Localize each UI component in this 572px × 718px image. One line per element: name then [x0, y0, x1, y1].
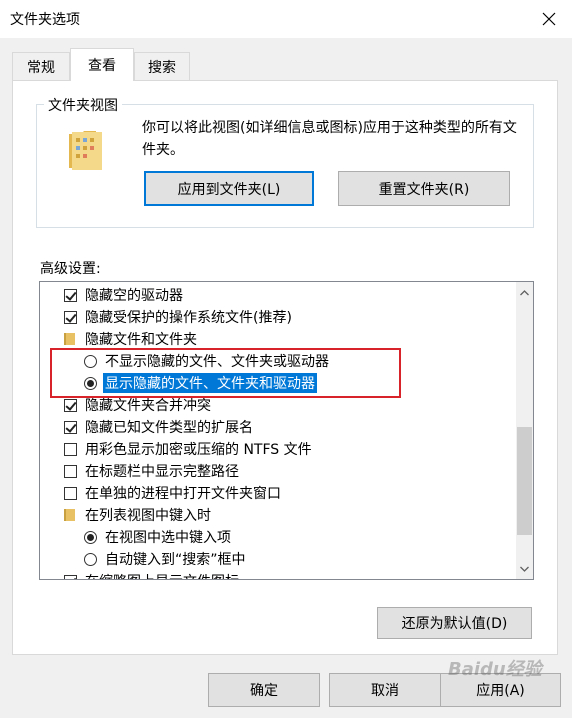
folder-icon [64, 333, 75, 345]
radio-checked[interactable] [84, 530, 97, 544]
tab-view[interactable]: 查看 [70, 48, 134, 81]
title-bar: 文件夹选项 [0, 0, 572, 38]
checkbox-checked[interactable] [64, 310, 77, 324]
checkbox-unchecked[interactable] [64, 464, 77, 478]
close-button[interactable] [526, 0, 572, 38]
setting-hide-extensions[interactable]: 隐藏已知文件类型的扩展名 [40, 416, 533, 438]
folder-view-icon [69, 131, 102, 170]
checkbox-unchecked[interactable] [64, 486, 77, 500]
checkbox-checked[interactable] [64, 398, 77, 412]
close-icon [542, 12, 556, 26]
checkbox-checked[interactable] [64, 420, 77, 434]
setting-file-icon-on-thumbnails[interactable]: 在缩略图上显示文件图标 [40, 570, 533, 579]
checkbox-checked[interactable] [64, 574, 77, 579]
option-select-typed-item[interactable]: 在视图中选中键入项 [40, 526, 533, 548]
apply-to-folders-button[interactable]: 应用到文件夹(L) [144, 171, 314, 206]
option-type-into-search-box[interactable]: 自动键入到“搜索”框中 [40, 548, 533, 570]
setting-color-ntfs-files[interactable]: 用彩色显示加密或压缩的 NTFS 文件 [40, 438, 533, 460]
folder-icon [64, 509, 75, 521]
advanced-settings-list[interactable]: 隐藏空的驱动器 隐藏受保护的操作系统文件(推荐) 隐藏文件和文件夹 不显示隐藏的… [39, 281, 534, 580]
setting-hide-protected-os-files[interactable]: 隐藏受保护的操作系统文件(推荐) [40, 306, 533, 328]
group-hidden-files-and-folders: 隐藏文件和文件夹 [40, 328, 533, 350]
restore-defaults-button[interactable]: 还原为默认值(D) [377, 607, 532, 639]
radio-unchecked[interactable] [84, 552, 97, 566]
setting-separate-process[interactable]: 在单独的进程中打开文件夹窗口 [40, 482, 533, 504]
cancel-button[interactable]: 取消 [329, 673, 441, 707]
ok-button[interactable]: 确定 [208, 673, 320, 707]
tab-general[interactable]: 常规 [12, 52, 70, 80]
tab-search[interactable]: 搜索 [134, 52, 190, 80]
group-typing-in-list-view: 在列表视图中键入时 [40, 504, 533, 526]
chevron-down-icon [520, 566, 529, 572]
reset-folders-button[interactable]: 重置文件夹(R) [338, 171, 510, 206]
window-title: 文件夹选项 [10, 12, 80, 28]
setting-hide-empty-drives[interactable]: 隐藏空的驱动器 [40, 284, 533, 306]
setting-full-path-in-title[interactable]: 在标题栏中显示完整路径 [40, 460, 533, 482]
scroll-down-button[interactable] [516, 560, 533, 577]
checkbox-checked[interactable] [64, 288, 77, 302]
annotation-highlight-box [50, 348, 401, 398]
advanced-settings-label: 高级设置: [40, 261, 101, 277]
scroll-up-button[interactable] [516, 284, 533, 301]
vertical-scrollbar[interactable] [516, 282, 533, 579]
folder-views-description: 你可以将此视图(如详细信息或图标)应用于这种类型的所有文件夹。 [142, 120, 517, 158]
scroll-thumb[interactable] [517, 427, 532, 535]
chevron-up-icon [520, 289, 529, 295]
checkbox-unchecked[interactable] [64, 442, 77, 456]
folder-views-legend: 文件夹视图 [44, 95, 122, 115]
watermark: Baidu经验 [448, 659, 542, 680]
